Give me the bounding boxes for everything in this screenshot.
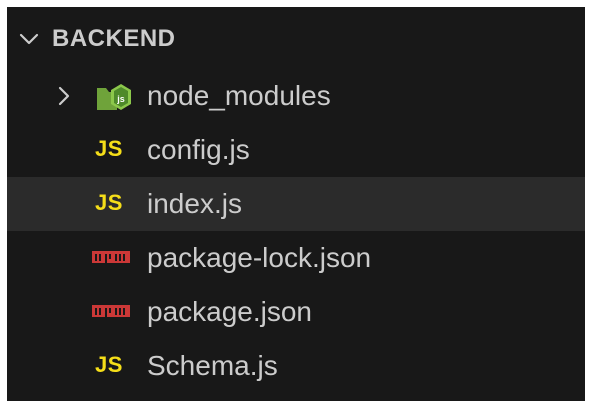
tree-item-node-modules[interactable]: js node_modules <box>7 69 585 123</box>
tree-item-index-js[interactable]: JS index.js <box>7 177 585 231</box>
node-modules-folder-icon: js <box>97 84 131 110</box>
javascript-file-icon: JS <box>95 136 123 161</box>
javascript-file-icon: JS <box>95 190 123 215</box>
javascript-file-icon: JS <box>95 352 123 377</box>
file-label: config.js <box>147 134 250 165</box>
npm-icon <box>92 305 130 317</box>
tree-item-package-lock-json[interactable]: package-lock.json <box>7 231 585 285</box>
npm-icon <box>92 251 130 263</box>
file-label: package.json <box>147 296 313 327</box>
file-label: index.js <box>147 188 242 219</box>
svg-text:js: js <box>116 94 125 104</box>
section-header-backend[interactable]: BACKEND <box>7 17 585 61</box>
tree-item-schema-js[interactable]: JS Schema.js <box>7 339 585 393</box>
chevron-down-icon[interactable] <box>18 28 40 50</box>
tree-item-package-json[interactable]: package.json <box>7 285 585 339</box>
section-title: BACKEND <box>52 25 176 52</box>
file-label: package-lock.json <box>147 242 372 273</box>
chevron-right-icon[interactable] <box>53 85 75 107</box>
file-label: node_modules <box>147 80 331 111</box>
tree-item-config-js[interactable]: JS config.js <box>7 123 585 177</box>
explorer-panel: BACKEND js node_modules JS config.js JS … <box>7 7 585 401</box>
file-label: Schema.js <box>147 350 278 381</box>
